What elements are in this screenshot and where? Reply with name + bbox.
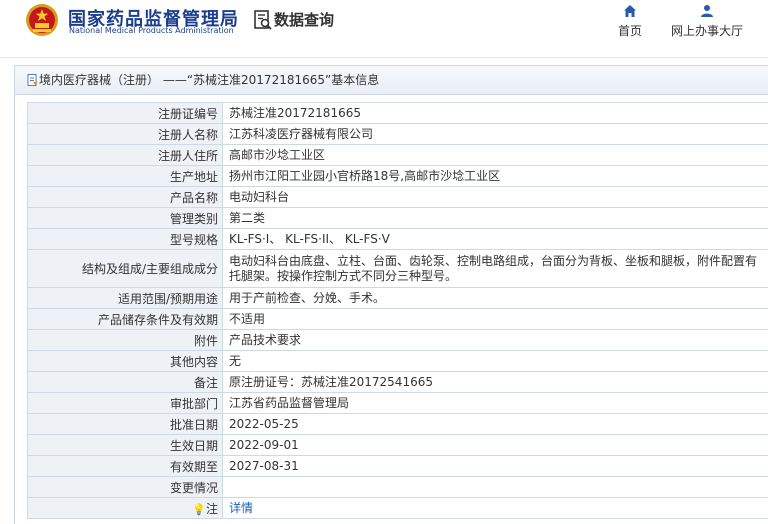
row-label: 结构及组成/主要组成成分 bbox=[27, 249, 223, 288]
row-label: 生产地址 bbox=[27, 165, 223, 187]
row-value: 第二类 bbox=[222, 207, 768, 229]
table-row: 结构及组成/主要组成成分 电动妇科台由底盘、立柱、台面、齿轮泵、控制电路组成，台… bbox=[27, 249, 768, 288]
row-label: 附件 bbox=[27, 329, 223, 351]
row-value: 详情 bbox=[222, 497, 768, 519]
row-value: 苏械注准20172181665 bbox=[222, 102, 768, 124]
table-row: 产品储存条件及有效期 不适用 bbox=[27, 308, 768, 330]
row-value: 无 bbox=[222, 350, 768, 372]
nav-home-label: 首页 bbox=[617, 24, 642, 38]
table-row: 适用范围/预期用途 用于产前检查、分娩、手术。 bbox=[27, 287, 768, 309]
basic-info-panel: 境内医疗器械（注册） ——“苏械注准20172181665”基本信息 注册证编号… bbox=[14, 65, 768, 524]
nav-online-office-label: 网上办事大厅 bbox=[670, 24, 743, 38]
row-value: 高邮市沙埝工业区 bbox=[222, 144, 768, 166]
data-query-icon bbox=[254, 10, 272, 30]
table-row: 变更情况 bbox=[27, 476, 768, 498]
row-value bbox=[222, 476, 768, 498]
row-value: 江苏省药品监督管理局 bbox=[222, 392, 768, 414]
table-row: 备注 原注册证号：苏械注准20172541665 bbox=[27, 371, 768, 393]
site-header: 国家药品监督管理局 National Medical Products Admi… bbox=[0, 0, 768, 58]
row-value: 用于产前检查、分娩、手术。 bbox=[222, 287, 768, 309]
row-label: 备注 bbox=[27, 371, 223, 393]
table-row: 有效期至 2027-08-31 bbox=[27, 455, 768, 477]
row-label: 注册人住所 bbox=[27, 144, 223, 166]
document-icon bbox=[27, 74, 38, 86]
table-row: 审批部门 江苏省药品监督管理局 bbox=[27, 392, 768, 414]
table-row: 注册证编号 苏械注准20172181665 bbox=[27, 102, 768, 124]
site-subtitle: National Medical Products Administration bbox=[69, 26, 234, 35]
row-label: 注册证编号 bbox=[27, 102, 223, 124]
bulb-icon: 💡 bbox=[192, 502, 206, 516]
row-label: 注册人名称 bbox=[27, 123, 223, 145]
table-row: 管理类别 第二类 bbox=[27, 207, 768, 229]
table-row: 注册人名称 江苏科凌医疗器械有限公司 bbox=[27, 123, 768, 145]
note-label-cell: 💡注 bbox=[27, 497, 223, 519]
row-label: 产品储存条件及有效期 bbox=[27, 308, 223, 330]
row-value: KL-FS·I、 KL-FS·II、 KL-FS·V bbox=[222, 228, 768, 250]
table-row: 其他内容 无 bbox=[27, 350, 768, 372]
row-label: 适用范围/预期用途 bbox=[27, 287, 223, 309]
row-label: 生效日期 bbox=[27, 434, 223, 456]
details-link[interactable]: 详情 bbox=[229, 501, 253, 515]
row-value: 江苏科凌医疗器械有限公司 bbox=[222, 123, 768, 145]
row-label: 注 bbox=[205, 501, 218, 516]
row-value: 扬州市江阳工业园小官桥路18号,高邮市沙埝工业区 bbox=[222, 165, 768, 187]
table-row: 注册人住所 高邮市沙埝工业区 bbox=[27, 144, 768, 166]
row-label: 批准日期 bbox=[27, 413, 223, 435]
row-label: 产品名称 bbox=[27, 186, 223, 208]
nav-home[interactable]: 首页 bbox=[614, 4, 646, 39]
row-value: 2022-05-25 bbox=[222, 413, 768, 435]
row-label: 变更情况 bbox=[27, 476, 223, 498]
home-icon bbox=[624, 5, 636, 17]
table-row: 型号规格 KL-FS·I、 KL-FS·II、 KL-FS·V bbox=[27, 228, 768, 250]
panel-header: 境内医疗器械（注册） ——“苏械注准20172181665”基本信息 bbox=[15, 66, 768, 95]
row-value: 电动妇科台 bbox=[222, 186, 768, 208]
table-row: 附件 产品技术要求 bbox=[27, 329, 768, 351]
row-label: 其他内容 bbox=[27, 350, 223, 372]
panel-title: 境内医疗器械（注册） ——“苏械注准20172181665”基本信息 bbox=[39, 73, 380, 87]
row-value: 产品技术要求 bbox=[222, 329, 768, 351]
row-label: 管理类别 bbox=[27, 207, 223, 229]
table-row: 生效日期 2022-09-01 bbox=[27, 434, 768, 456]
info-table: 注册证编号 苏械注准20172181665 注册人名称 江苏科凌医疗器械有限公司… bbox=[27, 102, 768, 519]
user-icon bbox=[701, 5, 713, 17]
row-value: 原注册证号：苏械注准20172541665 bbox=[222, 371, 768, 393]
row-label: 型号规格 bbox=[27, 228, 223, 250]
national-emblem-icon bbox=[26, 4, 58, 36]
row-value: 不适用 bbox=[222, 308, 768, 330]
data-query-title[interactable]: 数据查询 bbox=[274, 9, 334, 30]
row-value: 2022-09-01 bbox=[222, 434, 768, 456]
nav-online-office[interactable]: 网上办事大厅 bbox=[668, 4, 746, 39]
row-label: 审批部门 bbox=[27, 392, 223, 414]
table-row: 生产地址 扬州市江阳工业园小官桥路18号,高邮市沙埝工业区 bbox=[27, 165, 768, 187]
row-value: 电动妇科台由底盘、立柱、台面、齿轮泵、控制电路组成，台面分为背板、坐板和腿板，附… bbox=[222, 249, 768, 288]
table-row: 产品名称 电动妇科台 bbox=[27, 186, 768, 208]
table-row: 💡注 详情 bbox=[27, 497, 768, 519]
row-value: 2027-08-31 bbox=[222, 455, 768, 477]
row-label: 有效期至 bbox=[27, 455, 223, 477]
table-row: 批准日期 2022-05-25 bbox=[27, 413, 768, 435]
